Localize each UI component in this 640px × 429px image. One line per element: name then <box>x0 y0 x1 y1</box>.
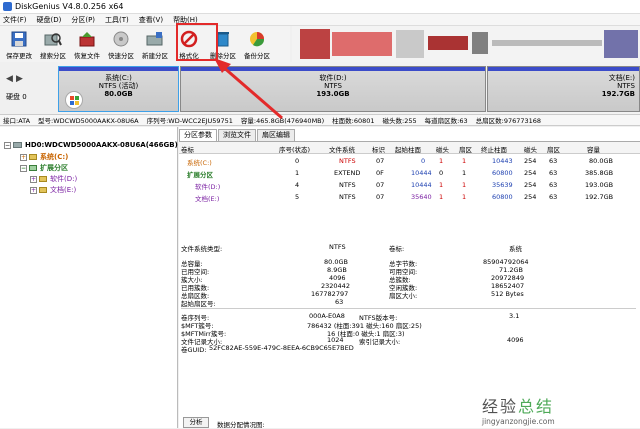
partition-block-e[interactable]: 文档(E:) NTFS 192.7GB <box>487 66 640 112</box>
partition-icon <box>29 165 37 171</box>
save-changes-button[interactable]: 保存更改 <box>2 26 36 62</box>
analyze-button[interactable]: 分析 <box>183 417 209 428</box>
partition-block-c[interactable]: 系统(C:) NTFS (活动) 80.0GB <box>58 66 179 112</box>
partition-d-fs: NTFS <box>324 82 342 90</box>
table-row[interactable]: 软件(D:) 4 NTFS 07 10444 1 1 35639 254 63 … <box>179 179 640 191</box>
search-icon <box>43 29 63 48</box>
watermark: 经验总结 jingyanzongjie.com <box>482 397 555 426</box>
tab-browse-files[interactable]: 浏览文件 <box>218 129 256 141</box>
collapse-icon[interactable]: − <box>20 164 27 172</box>
partition-c-name: 系统(C:) <box>105 74 132 82</box>
table-row[interactable]: 文档(E:) 5 NTFS 07 35640 1 1 60800 254 63 … <box>179 191 640 203</box>
divider <box>181 308 636 309</box>
title-bar: DiskGenius V4.8.0.256 x64 <box>0 0 640 14</box>
recover-files-button[interactable]: 恢复文件 <box>70 26 104 62</box>
info-serial: 序列号:WD-WCC2EJU59751 <box>146 117 233 125</box>
partition-details: 文件系统类型: NTFS 卷标: 系统 总容量: 80.0GB 已用空间: 8.… <box>179 240 640 390</box>
partition-block-d[interactable]: 软件(D:) NTFS 193.0GB <box>180 66 486 112</box>
info-heads: 磁头数:255 <box>382 117 417 125</box>
new-partition-button[interactable]: 新建分区 <box>138 26 172 62</box>
tab-sector-edit[interactable]: 扇区编辑 <box>257 129 295 141</box>
expand-icon[interactable]: + <box>20 153 27 161</box>
quick-partition-button[interactable]: 快速分区 <box>104 26 138 62</box>
recover-icon <box>77 29 97 48</box>
partition-e-size: 192.7GB <box>601 90 635 98</box>
quick-partition-icon <box>111 29 131 48</box>
partition-d-name: 软件(D:) <box>319 74 347 82</box>
new-partition-icon <box>145 29 165 48</box>
tab-partition-params[interactable]: 分区参数 <box>179 129 217 141</box>
table-row[interactable]: 系统(C:) 0 NTFS 07 0 1 1 10443 254 63 80.0… <box>179 155 640 167</box>
info-cylinders: 柱面数:60801 <box>332 117 375 125</box>
tree-disk-node[interactable]: − HD0:WDCWD5000AAKX-08U6A(466GB) <box>4 141 178 149</box>
partition-table: 卷标 序号(状态) 文件系统 标识 起始柱面 磁头 扇区 终止柱面 磁头 扇区 … <box>179 141 640 203</box>
tree-item-e[interactable]: + 文档(E:) <box>30 185 76 195</box>
partition-icon <box>39 187 47 193</box>
partition-icon <box>29 154 37 160</box>
tab-bar: 分区参数 浏览文件 扇区编辑 <box>179 129 296 141</box>
table-header: 卷标 序号(状态) 文件系统 标识 起始柱面 磁头 扇区 终止柱面 磁头 扇区 … <box>179 142 640 154</box>
toolbar: 保存更改 搜索分区 恢复文件 快速分区 新建分区 格式化 删除分区 备份分区 <box>0 26 290 62</box>
tree-item-d[interactable]: + 软件(D:) <box>30 174 77 184</box>
menu-bar: 文件(F) 硬盘(D) 分区(P) 工具(T) 查看(V) 帮助(H) <box>0 14 640 26</box>
expand-icon[interactable]: + <box>30 175 37 183</box>
tree-item-c[interactable]: + 系统(C:) <box>20 152 68 162</box>
format-highlight-box <box>176 23 218 61</box>
disk-label: 硬盘 0 <box>6 93 27 101</box>
partition-e-name: 文档(E:) <box>608 74 635 82</box>
advert-banner <box>292 26 640 62</box>
disk-navigator: ◀ ▶ 硬盘 0 <box>0 62 58 114</box>
menu-view[interactable]: 查看(V) <box>139 15 163 25</box>
collapse-icon[interactable]: − <box>4 141 11 149</box>
menu-file[interactable]: 文件(F) <box>3 15 27 25</box>
app-icon <box>3 2 12 11</box>
disk-map: 系统(C:) NTFS (活动) 80.0GB 软件(D:) NTFS 193.… <box>58 62 640 114</box>
tree-item-extended[interactable]: − 扩展分区 <box>20 163 68 173</box>
hard-disk-icon <box>13 142 22 148</box>
info-total-sectors: 总扇区数:976773168 <box>475 117 542 125</box>
disk-info-bar: 接口:ATA 型号:WDCWD5000AAKX-08U6A 序列号:WD-WCC… <box>0 114 640 126</box>
search-partition-button[interactable]: 搜索分区 <box>36 26 70 62</box>
window-title: DiskGenius V4.8.0.256 x64 <box>15 2 124 11</box>
info-capacity: 容量:465.8GB(476940MB) <box>240 117 325 125</box>
disk-tree: − HD0:WDCWD5000AAKX-08U6A(466GB) + 系统(C:) … <box>0 127 178 428</box>
table-row[interactable]: 扩展分区 1 EXTEND 0F 10444 0 1 60800 254 63 … <box>179 167 640 179</box>
menu-disk[interactable]: 硬盘(D) <box>37 15 62 25</box>
backup-icon <box>247 29 267 48</box>
save-icon <box>9 29 29 48</box>
partition-e-fs: NTFS <box>617 82 635 90</box>
partition-c-fs: NTFS (活动) <box>98 82 139 90</box>
menu-partition[interactable]: 分区(P) <box>71 15 95 25</box>
prev-disk-arrow-icon[interactable]: ◀ <box>6 74 13 84</box>
backup-partition-button[interactable]: 备份分区 <box>240 26 274 62</box>
info-interface: 接口:ATA <box>3 117 31 125</box>
expand-icon[interactable]: + <box>30 186 37 194</box>
info-sectors-per-track: 每道扇区数:63 <box>424 117 468 125</box>
partition-icon <box>39 176 47 182</box>
windows-logo-icon <box>65 91 83 109</box>
menu-tools[interactable]: 工具(T) <box>105 15 129 25</box>
main-panel: 分区参数 浏览文件 扇区编辑 卷标 序号(状态) 文件系统 标识 起始柱面 磁头… <box>179 127 640 429</box>
info-model: 型号:WDCWD5000AAKX-08U6A <box>38 117 139 125</box>
partition-d-size: 193.0GB <box>316 90 350 98</box>
next-disk-arrow-icon[interactable]: ▶ <box>16 74 23 84</box>
